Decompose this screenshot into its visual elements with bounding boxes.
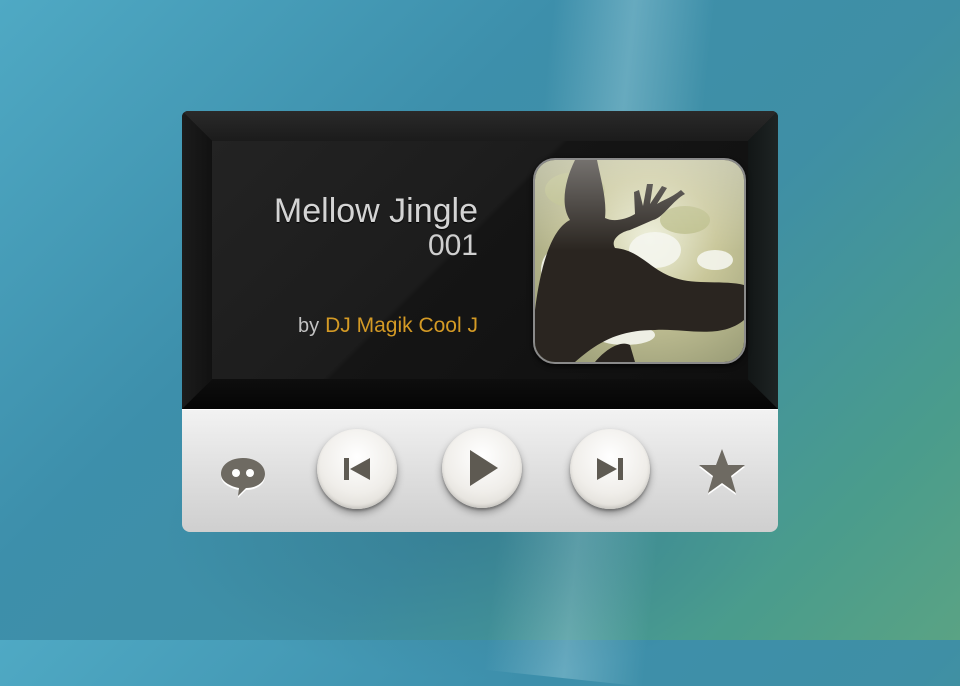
next-button[interactable] — [570, 429, 650, 509]
previous-button[interactable] — [317, 429, 397, 509]
skip-previous-icon — [344, 458, 370, 480]
by-label: by — [297, 315, 320, 337]
bevel-bottom — [182, 379, 778, 409]
track-number: 001 — [427, 229, 478, 262]
bevel-top — [182, 111, 778, 141]
track-title: Mellow Jingle — [273, 192, 478, 230]
play-button[interactable] — [442, 428, 522, 508]
bevel-right — [748, 111, 778, 409]
speech-bubble-icon[interactable] — [218, 450, 268, 500]
album-art[interactable] — [533, 158, 746, 364]
music-player-widget: Mellow Jingle 001 by DJ Magik Cool J — [182, 111, 778, 532]
bevel-left — [182, 111, 212, 409]
artist-name[interactable]: DJ Magik Cool J — [325, 314, 478, 337]
star-icon[interactable] — [694, 444, 750, 500]
play-icon — [470, 450, 498, 486]
album-art-image — [535, 160, 744, 362]
skip-next-icon — [597, 458, 623, 480]
control-bar — [182, 409, 778, 532]
artist-line: by DJ Magik Cool J — [298, 314, 478, 338]
display-panel: Mellow Jingle 001 by DJ Magik Cool J — [182, 111, 778, 409]
